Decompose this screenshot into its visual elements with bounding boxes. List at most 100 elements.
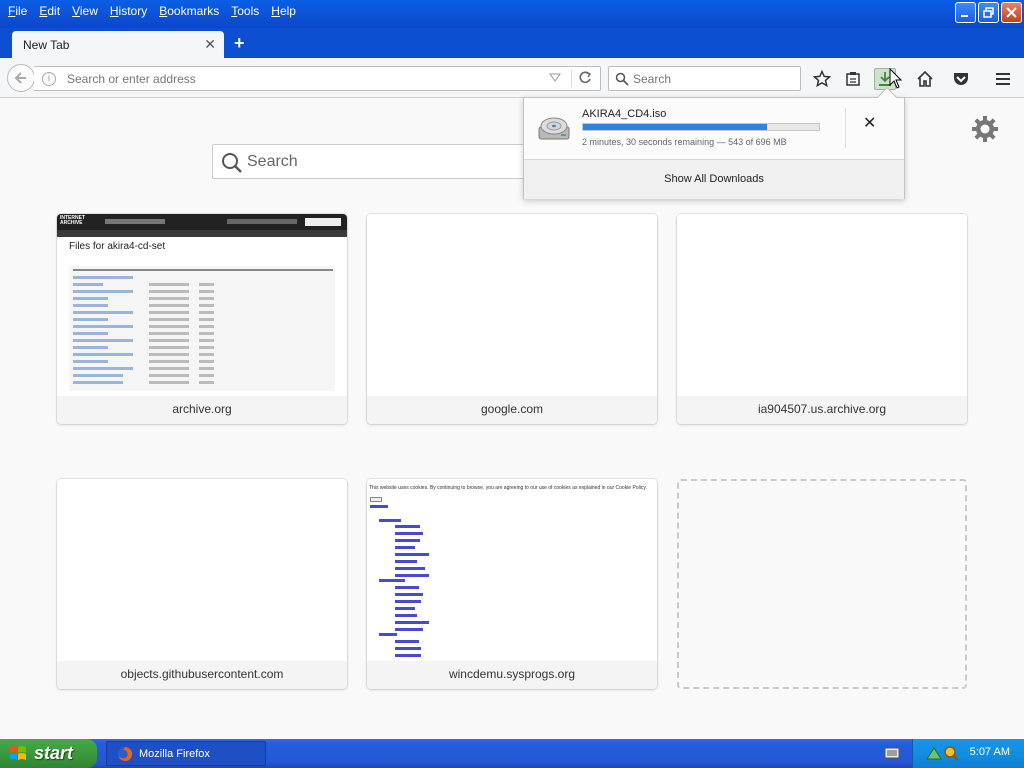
back-button[interactable] (7, 64, 35, 92)
taskbar: start Mozilla Firefox 5:07 AM (0, 739, 1024, 768)
top-site-tile-wincdemu[interactable]: This website uses cookies. By continuing… (367, 479, 657, 689)
close-window-button[interactable] (1001, 2, 1022, 23)
tile-caption: objects.githubusercontent.com (57, 661, 347, 689)
tile-caption: ia904507.us.archive.org (677, 396, 967, 424)
restore-button[interactable] (978, 2, 999, 23)
empty-tile-placeholder (677, 479, 967, 689)
dropdown-triangle-icon[interactable] (549, 73, 561, 83)
clock: 5:07 AM (969, 746, 1010, 758)
top-site-tile-ia904507[interactable]: ia904507.us.archive.org (677, 214, 967, 424)
window-controls (955, 2, 1022, 23)
search-bar[interactable] (608, 66, 801, 91)
mouse-cursor-icon (889, 68, 903, 89)
hamburger-menu-icon (996, 73, 1010, 85)
network-icon[interactable] (925, 745, 943, 761)
navigation-bar: i (0, 58, 1024, 98)
tile-thumbnail (367, 214, 657, 396)
tile-thumbnail (677, 214, 967, 396)
top-site-tile-githubusercontent[interactable]: objects.githubusercontent.com (57, 479, 347, 689)
page-search-input[interactable] (247, 145, 527, 178)
archive-page-heading: Files for akira4-cd-set (69, 241, 166, 252)
menu-help[interactable]: Help (265, 1, 302, 21)
firefox-icon (118, 746, 133, 761)
menu-tools[interactable]: Tools (225, 1, 265, 21)
archive-user-links (227, 219, 297, 224)
clipboard-icon (846, 72, 860, 86)
download-status: 2 minutes, 30 seconds remaining — 543 of… (582, 137, 787, 147)
magnifier-tray-icon[interactable] (943, 745, 959, 761)
tile-caption: archive.org (57, 396, 347, 424)
download-progress-fill (583, 124, 768, 130)
start-button[interactable]: start (0, 739, 97, 768)
bookmark-star-button[interactable] (811, 68, 833, 90)
download-item[interactable]: AKIRA4_CD4.iso 2 minutes, 30 seconds rem… (524, 98, 904, 158)
minimize-button[interactable] (955, 2, 976, 23)
gear-icon[interactable] (970, 114, 1000, 144)
menu-view-key: V (72, 4, 80, 18)
tile-thumbnail (57, 479, 347, 661)
close-icon (1006, 7, 1017, 18)
reading-list-button[interactable] (842, 68, 864, 90)
download-separator (845, 108, 846, 148)
archive-search-box (305, 218, 341, 226)
top-site-tile-google[interactable]: google.com (367, 214, 657, 424)
home-icon (917, 70, 933, 87)
reload-icon[interactable] (577, 70, 593, 86)
new-tab-plus-icon[interactable]: + (234, 34, 245, 52)
archive-header-bar: INTERNET ARCHIVE (57, 214, 347, 230)
start-label: start (34, 743, 74, 763)
keyboard-icon[interactable] (884, 746, 900, 760)
menu-file-rest: ile (15, 4, 28, 18)
menu-file[interactable]: File (2, 1, 33, 21)
search-input[interactable] (633, 67, 793, 90)
menu-bookmarks-rest: ookmarks (167, 4, 220, 18)
download-filename: AKIRA4_CD4.iso (582, 108, 667, 120)
url-separator (571, 70, 572, 87)
search-icon (222, 153, 242, 173)
tile-caption: wincdemu.sysprogs.org (367, 661, 657, 689)
download-progress-bar (582, 123, 820, 131)
top-site-tile-archive[interactable]: INTERNETARCHIVE Files for akira4-cd-set (57, 214, 347, 424)
menu-bookmarks[interactable]: Bookmarks (153, 1, 225, 21)
menu-button[interactable] (992, 68, 1014, 90)
back-arrow-icon (14, 72, 26, 84)
tab-new-tab[interactable]: New Tab ✕ (12, 31, 224, 58)
home-button[interactable] (914, 68, 936, 90)
menu-view[interactable]: View (66, 1, 104, 21)
tab-close-icon[interactable]: ✕ (204, 37, 216, 51)
menu-edit[interactable]: Edit (33, 1, 66, 21)
pocket-icon (954, 73, 968, 85)
archive-logo: INTERNET ARCHIVE (60, 215, 85, 226)
downloads-panel: AKIRA4_CD4.iso 2 minutes, 30 seconds rem… (523, 97, 905, 199)
search-icon (615, 72, 629, 86)
menu-help-key: H (271, 4, 280, 18)
wincdemu-ok-button (370, 497, 382, 502)
tile-thumbnail: INTERNET ARCHIVE Files for akira4-cd-set (57, 214, 347, 396)
page-search-box[interactable] (212, 144, 542, 179)
menu-edit-rest: dit (47, 4, 61, 18)
wincdemu-cookie-notice: This website uses cookies. By continuing… (369, 485, 647, 491)
archive-file-table (69, 266, 335, 391)
menu-history[interactable]: History (104, 1, 153, 21)
restore-icon (983, 7, 994, 18)
menu-history-rest: istory (118, 4, 148, 18)
disc-icon (538, 117, 570, 140)
star-icon (813, 70, 831, 88)
minimize-icon (961, 15, 968, 17)
info-icon[interactable]: i (42, 72, 56, 86)
title-bar: File Edit View History Bookmarks Tools H… (0, 0, 1024, 28)
menu-tools-rest: ools (237, 4, 260, 18)
taskbar-item-firefox[interactable]: Mozilla Firefox (106, 741, 266, 766)
pocket-button[interactable] (950, 68, 972, 90)
menu-help-rest: elp (279, 4, 296, 18)
menu-bar: File Edit View History Bookmarks Tools H… (0, 0, 302, 22)
tab-strip: New Tab ✕ (0, 28, 1024, 58)
show-all-downloads-button[interactable]: Show All Downloads (524, 159, 904, 199)
menu-history-key: H (109, 4, 119, 18)
system-tray: 5:07 AM (912, 739, 1024, 768)
cancel-download-close-icon[interactable]: ✕ (863, 116, 876, 132)
url-bar[interactable]: i (34, 66, 601, 91)
tab-title: New Tab (23, 37, 70, 52)
taskbar-item-label: Mozilla Firefox (139, 747, 210, 760)
url-input[interactable] (67, 67, 537, 90)
